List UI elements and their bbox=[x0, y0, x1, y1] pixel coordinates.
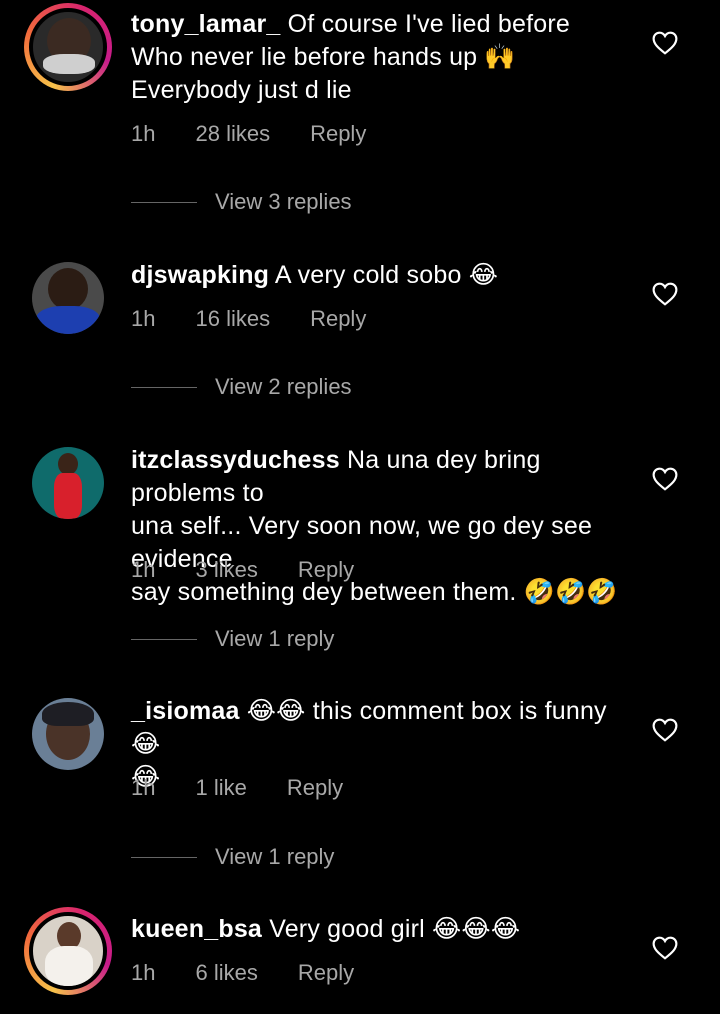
comment-line: A very cold sobo 😂 bbox=[274, 261, 499, 289]
avatar bbox=[29, 912, 107, 990]
heart-outline-icon[interactable] bbox=[652, 31, 678, 55]
divider bbox=[131, 856, 197, 858]
timestamp: 1h bbox=[131, 306, 156, 331]
comment-meta: 1h 28 likes Reply bbox=[131, 121, 406, 147]
heart-outline-icon[interactable] bbox=[652, 718, 678, 742]
comment-text: kueen_bsa Very good girl 😂😂😂 bbox=[131, 913, 631, 946]
avatar bbox=[32, 698, 104, 770]
view-replies-button[interactable]: View 2 replies bbox=[131, 372, 352, 402]
avatar-story-ring[interactable] bbox=[24, 907, 112, 995]
view-replies-button[interactable]: View 3 replies bbox=[131, 187, 352, 217]
avatar-container[interactable] bbox=[32, 698, 104, 770]
reply-button[interactable]: Reply bbox=[298, 557, 354, 583]
avatar bbox=[32, 262, 104, 334]
avatar-container[interactable] bbox=[32, 262, 104, 334]
comment-meta: 1h 6 likes Reply bbox=[131, 960, 394, 986]
divider bbox=[131, 638, 197, 640]
username[interactable]: kueen_bsa bbox=[131, 915, 262, 943]
divider bbox=[131, 201, 197, 203]
username[interactable]: djswapking bbox=[131, 261, 269, 289]
reply-button[interactable]: Reply bbox=[298, 960, 354, 986]
view-replies-button[interactable]: View 1 reply bbox=[131, 842, 334, 872]
avatar-story-ring[interactable] bbox=[24, 3, 112, 91]
reply-button[interactable]: Reply bbox=[287, 775, 343, 801]
timestamp: 1h bbox=[131, 775, 156, 800]
view-replies-label: View 1 reply bbox=[215, 626, 335, 651]
avatar-container[interactable] bbox=[32, 447, 104, 519]
avatar bbox=[29, 8, 107, 86]
like-count[interactable]: 28 likes bbox=[195, 121, 270, 147]
comment-meta: 1h 16 likes Reply bbox=[131, 306, 406, 332]
username[interactable]: _isiomaa bbox=[131, 697, 240, 725]
timestamp: 1h bbox=[131, 121, 156, 146]
reply-button[interactable]: Reply bbox=[310, 121, 366, 147]
comment-text: djswapking A very cold sobo 😂 bbox=[131, 259, 631, 292]
username[interactable]: itzclassyduchess bbox=[131, 446, 340, 474]
view-replies-button[interactable]: View 1 reply bbox=[131, 624, 334, 654]
timestamp: 1h bbox=[131, 960, 156, 985]
like-count[interactable]: 1 like bbox=[195, 775, 246, 801]
comment-line: Who never lie before hands up 🙌 bbox=[131, 43, 516, 71]
like-count[interactable]: 16 likes bbox=[195, 306, 270, 332]
username[interactable]: tony_lamar_ bbox=[131, 10, 281, 38]
avatar bbox=[32, 447, 104, 519]
view-replies-label: View 1 reply bbox=[215, 844, 335, 869]
comment-text: itzclassyduchess Na una dey bring proble… bbox=[131, 444, 641, 609]
reply-button[interactable]: Reply bbox=[310, 306, 366, 332]
like-count[interactable]: 6 likes bbox=[195, 960, 257, 986]
heart-outline-icon[interactable] bbox=[652, 467, 678, 491]
comment-line: Everybody just d lie bbox=[131, 76, 352, 104]
view-replies-label: View 3 replies bbox=[215, 189, 352, 214]
comment-meta: 1h 1 like Reply bbox=[131, 775, 383, 801]
comment-line: Of course I've lied before bbox=[287, 10, 570, 38]
comment-line: Very good girl 😂😂😂 bbox=[269, 915, 521, 943]
divider bbox=[131, 386, 197, 388]
heart-outline-icon[interactable] bbox=[652, 282, 678, 306]
heart-outline-icon[interactable] bbox=[652, 936, 678, 960]
view-replies-label: View 2 replies bbox=[215, 374, 352, 399]
timestamp: 1h bbox=[131, 557, 156, 582]
like-count[interactable]: 3 likes bbox=[195, 557, 257, 583]
comment-text: tony_lamar_ Of course I've lied before W… bbox=[131, 8, 631, 107]
comment-meta: 1h 3 likes Reply bbox=[131, 557, 394, 583]
